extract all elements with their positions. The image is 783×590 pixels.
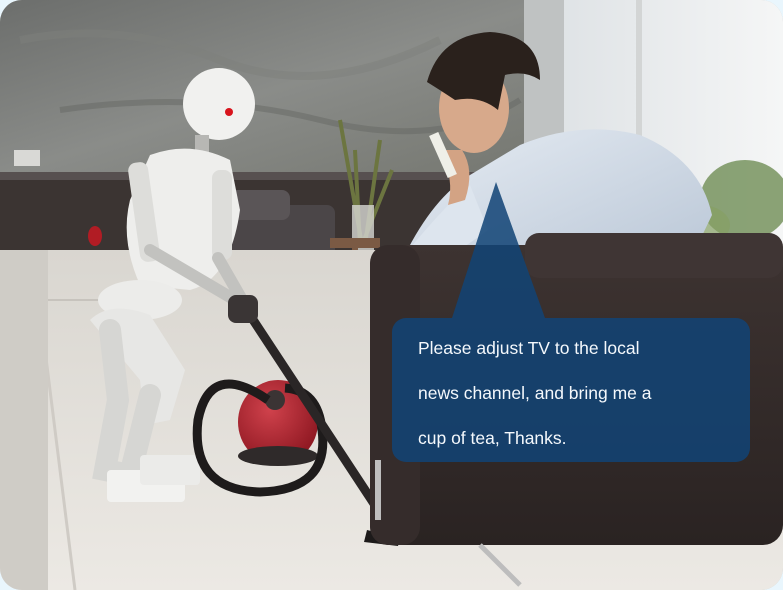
speech-line-3: cup of tea, Thanks. <box>418 428 567 448</box>
speech-line-2: news channel, and bring me a <box>418 383 652 403</box>
speech-bubble: Please adjust TV to the local news chann… <box>392 318 750 462</box>
photo-frame: Please adjust TV to the local news chann… <box>0 0 783 590</box>
bubble-tail <box>452 182 545 318</box>
speech-line-1: Please adjust TV to the local <box>418 338 640 358</box>
